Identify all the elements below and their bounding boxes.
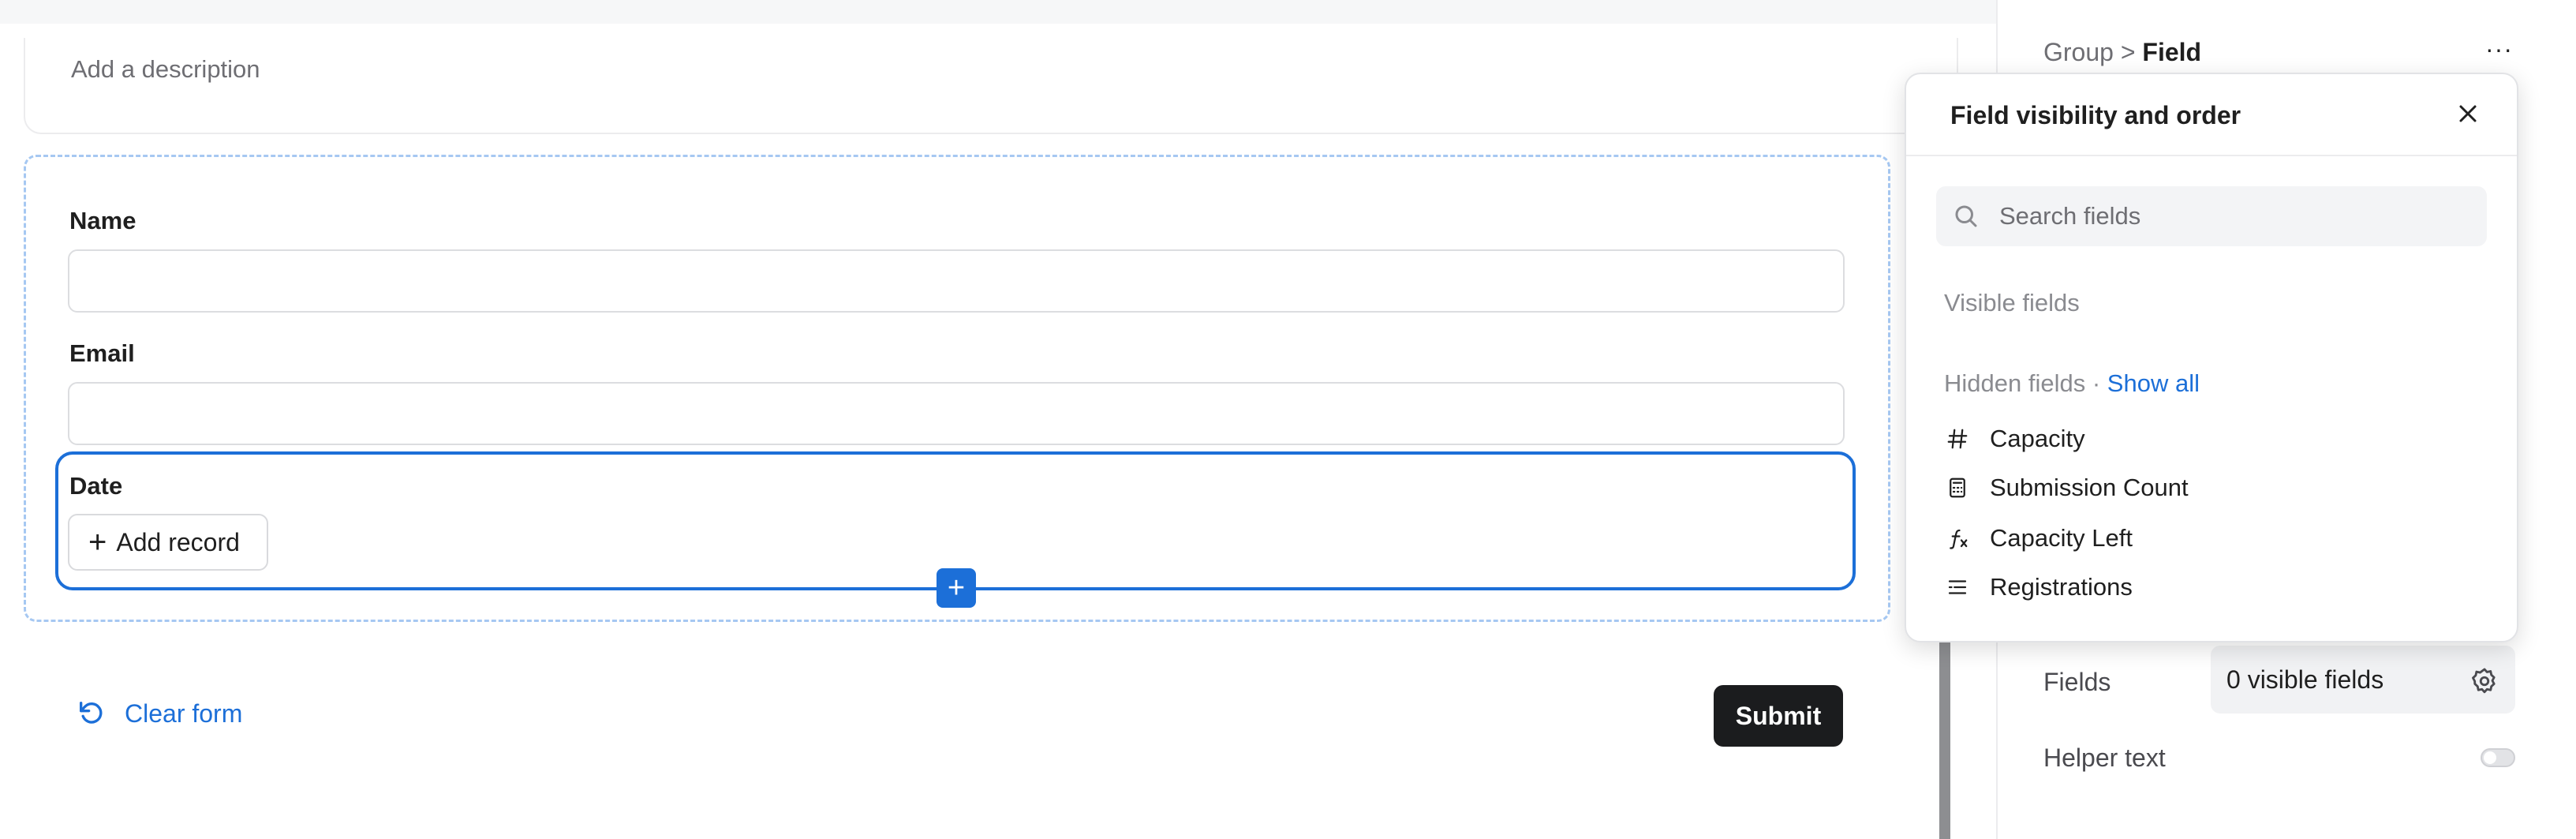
fields-value-text: 0 visible fields [2226, 665, 2384, 694]
submit-label: Submit [1735, 701, 1822, 730]
plus-icon: + [88, 525, 107, 560]
field-label: Submission Count [1990, 474, 2189, 501]
name-input[interactable] [68, 249, 1845, 313]
plus-icon: + [947, 571, 966, 605]
calculator-icon [1944, 474, 1971, 501]
panel-resize-handle[interactable] [1939, 624, 1950, 839]
popover-title: Field visibility and order [1950, 101, 2241, 129]
top-strip [0, 0, 1996, 24]
insert-field-button[interactable]: + [937, 568, 976, 608]
helper-text-toggle[interactable] [2481, 748, 2515, 767]
hidden-fields-separator: · [2092, 369, 2101, 397]
search-fields-input[interactable] [1999, 186, 2473, 246]
field-visibility-popover [1905, 73, 2518, 642]
more-options-icon[interactable]: ··· [2485, 35, 2513, 64]
add-record-button[interactable]: + Add record [68, 514, 268, 571]
hidden-field-item-capacity-left[interactable]: Capacity Left [1944, 524, 2133, 552]
breadcrumb-current: Field [2142, 38, 2202, 66]
hidden-field-item-registrations[interactable]: Registrations [1944, 573, 2133, 601]
field-label: Capacity Left [1990, 524, 2133, 552]
close-icon[interactable] [2454, 99, 2482, 128]
breadcrumb-parent[interactable]: Group [2043, 38, 2114, 66]
name-label: Name [69, 207, 136, 234]
clear-form-label: Clear form [125, 699, 243, 728]
search-icon [1955, 205, 1977, 227]
visible-fields-label: Visible fields [1944, 289, 2080, 316]
field-label: Capacity [1990, 425, 2085, 452]
date-label: Date [69, 472, 123, 500]
undo-icon [80, 702, 103, 724]
fields-setting-label: Fields [2043, 668, 2111, 696]
hidden-field-item-submission-count[interactable]: Submission Count [1944, 474, 2189, 502]
popover-divider [1906, 155, 2517, 156]
add-record-label: Add record [116, 527, 240, 556]
link-icon [1944, 574, 1971, 601]
hidden-fields-header: Hidden fields · Show all [1944, 369, 2200, 398]
breadcrumb: Group > Field [2043, 38, 2201, 67]
search-fields-box[interactable] [1936, 186, 2487, 246]
description-placeholder[interactable]: Add a description [71, 55, 260, 84]
show-all-link[interactable]: Show all [2107, 369, 2200, 397]
hidden-fields-label: Hidden fields [1944, 369, 2086, 397]
submit-button[interactable]: Submit [1714, 685, 1843, 747]
number-icon [1944, 425, 1971, 452]
gear-icon[interactable] [2469, 666, 2499, 696]
formula-icon [1944, 525, 1971, 552]
description-card[interactable]: Add a description [24, 38, 1958, 134]
email-label: Email [69, 339, 135, 367]
email-input[interactable] [68, 382, 1845, 445]
field-label: Registrations [1990, 573, 2133, 601]
helper-text-label: Helper text [2043, 743, 2166, 772]
hidden-field-item-capacity[interactable]: Capacity [1944, 425, 2085, 453]
breadcrumb-separator: > [2120, 38, 2136, 66]
clear-form-button[interactable]: Clear form [76, 698, 242, 729]
